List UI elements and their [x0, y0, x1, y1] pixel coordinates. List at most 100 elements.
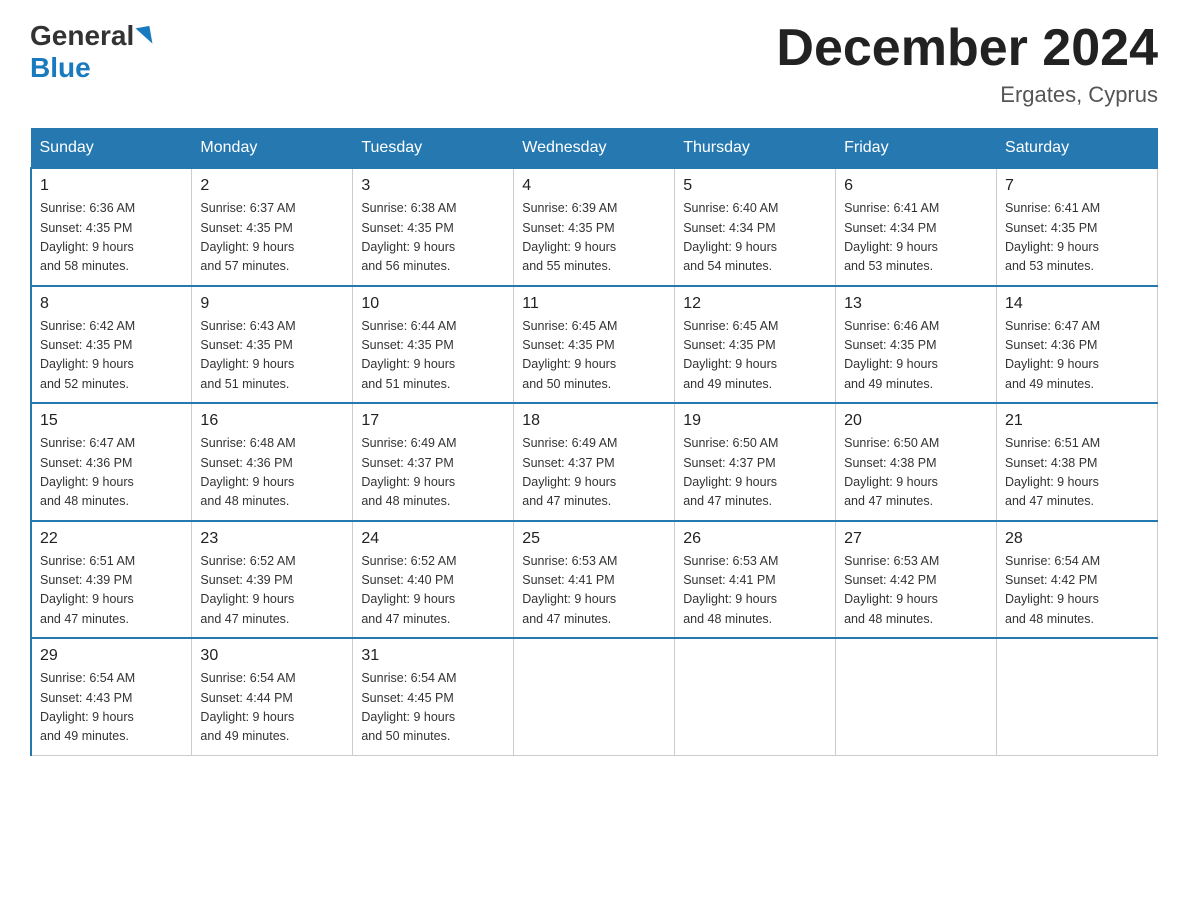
title-area: December 2024 Ergates, Cyprus	[776, 20, 1158, 108]
day-number: 16	[200, 412, 344, 430]
day-number: 4	[522, 177, 666, 195]
calendar-cell: 30 Sunrise: 6:54 AM Sunset: 4:44 PM Dayl…	[192, 638, 353, 755]
calendar-cell: 29 Sunrise: 6:54 AM Sunset: 4:43 PM Dayl…	[31, 638, 192, 755]
calendar-cell: 21 Sunrise: 6:51 AM Sunset: 4:38 PM Dayl…	[997, 403, 1158, 521]
calendar-cell: 20 Sunrise: 6:50 AM Sunset: 4:38 PM Dayl…	[836, 403, 997, 521]
calendar-header-row: SundayMondayTuesdayWednesdayThursdayFrid…	[31, 129, 1158, 169]
day-number: 20	[844, 412, 988, 430]
day-number: 9	[200, 295, 344, 313]
calendar-week-row: 22 Sunrise: 6:51 AM Sunset: 4:39 PM Dayl…	[31, 521, 1158, 639]
calendar-cell: 25 Sunrise: 6:53 AM Sunset: 4:41 PM Dayl…	[514, 521, 675, 639]
logo-general: General	[30, 20, 151, 52]
day-detail: Sunrise: 6:47 AM Sunset: 4:36 PM Dayligh…	[40, 434, 183, 512]
calendar-cell: 28 Sunrise: 6:54 AM Sunset: 4:42 PM Dayl…	[997, 521, 1158, 639]
calendar-cell: 19 Sunrise: 6:50 AM Sunset: 4:37 PM Dayl…	[675, 403, 836, 521]
day-detail: Sunrise: 6:46 AM Sunset: 4:35 PM Dayligh…	[844, 317, 988, 395]
day-detail: Sunrise: 6:39 AM Sunset: 4:35 PM Dayligh…	[522, 199, 666, 277]
day-detail: Sunrise: 6:54 AM Sunset: 4:45 PM Dayligh…	[361, 669, 505, 747]
header-friday: Friday	[836, 129, 997, 169]
header-tuesday: Tuesday	[353, 129, 514, 169]
day-number: 7	[1005, 177, 1149, 195]
day-detail: Sunrise: 6:37 AM Sunset: 4:35 PM Dayligh…	[200, 199, 344, 277]
day-detail: Sunrise: 6:38 AM Sunset: 4:35 PM Dayligh…	[361, 199, 505, 277]
day-detail: Sunrise: 6:54 AM Sunset: 4:44 PM Dayligh…	[200, 669, 344, 747]
day-detail: Sunrise: 6:53 AM Sunset: 4:42 PM Dayligh…	[844, 552, 988, 630]
calendar-cell: 1 Sunrise: 6:36 AM Sunset: 4:35 PM Dayli…	[31, 168, 192, 286]
header-monday: Monday	[192, 129, 353, 169]
day-detail: Sunrise: 6:49 AM Sunset: 4:37 PM Dayligh…	[361, 434, 505, 512]
calendar-cell: 16 Sunrise: 6:48 AM Sunset: 4:36 PM Dayl…	[192, 403, 353, 521]
day-detail: Sunrise: 6:40 AM Sunset: 4:34 PM Dayligh…	[683, 199, 827, 277]
calendar-cell: 7 Sunrise: 6:41 AM Sunset: 4:35 PM Dayli…	[997, 168, 1158, 286]
day-detail: Sunrise: 6:52 AM Sunset: 4:40 PM Dayligh…	[361, 552, 505, 630]
calendar-cell: 24 Sunrise: 6:52 AM Sunset: 4:40 PM Dayl…	[353, 521, 514, 639]
day-number: 23	[200, 530, 344, 548]
day-number: 6	[844, 177, 988, 195]
day-detail: Sunrise: 6:42 AM Sunset: 4:35 PM Dayligh…	[40, 317, 183, 395]
calendar-cell	[997, 638, 1158, 755]
day-detail: Sunrise: 6:48 AM Sunset: 4:36 PM Dayligh…	[200, 434, 344, 512]
calendar-cell: 22 Sunrise: 6:51 AM Sunset: 4:39 PM Dayl…	[31, 521, 192, 639]
day-detail: Sunrise: 6:50 AM Sunset: 4:38 PM Dayligh…	[844, 434, 988, 512]
calendar-week-row: 1 Sunrise: 6:36 AM Sunset: 4:35 PM Dayli…	[31, 168, 1158, 286]
day-number: 11	[522, 295, 666, 313]
day-detail: Sunrise: 6:44 AM Sunset: 4:35 PM Dayligh…	[361, 317, 505, 395]
header: General Blue December 2024 Ergates, Cypr…	[30, 20, 1158, 108]
day-number: 18	[522, 412, 666, 430]
calendar-cell: 5 Sunrise: 6:40 AM Sunset: 4:34 PM Dayli…	[675, 168, 836, 286]
calendar-table: SundayMondayTuesdayWednesdayThursdayFrid…	[30, 128, 1158, 756]
day-number: 29	[40, 647, 183, 665]
calendar-cell	[675, 638, 836, 755]
calendar-week-row: 29 Sunrise: 6:54 AM Sunset: 4:43 PM Dayl…	[31, 638, 1158, 755]
header-sunday: Sunday	[31, 129, 192, 169]
calendar-cell: 31 Sunrise: 6:54 AM Sunset: 4:45 PM Dayl…	[353, 638, 514, 755]
day-number: 28	[1005, 530, 1149, 548]
logo-general-text: General	[30, 20, 134, 52]
header-thursday: Thursday	[675, 129, 836, 169]
day-number: 5	[683, 177, 827, 195]
day-number: 12	[683, 295, 827, 313]
calendar-cell: 11 Sunrise: 6:45 AM Sunset: 4:35 PM Dayl…	[514, 286, 675, 404]
calendar-cell: 2 Sunrise: 6:37 AM Sunset: 4:35 PM Dayli…	[192, 168, 353, 286]
day-number: 21	[1005, 412, 1149, 430]
day-detail: Sunrise: 6:51 AM Sunset: 4:39 PM Dayligh…	[40, 552, 183, 630]
calendar-week-row: 8 Sunrise: 6:42 AM Sunset: 4:35 PM Dayli…	[31, 286, 1158, 404]
calendar-cell: 27 Sunrise: 6:53 AM Sunset: 4:42 PM Dayl…	[836, 521, 997, 639]
day-detail: Sunrise: 6:45 AM Sunset: 4:35 PM Dayligh…	[683, 317, 827, 395]
calendar-cell: 17 Sunrise: 6:49 AM Sunset: 4:37 PM Dayl…	[353, 403, 514, 521]
calendar-cell: 6 Sunrise: 6:41 AM Sunset: 4:34 PM Dayli…	[836, 168, 997, 286]
calendar-cell: 12 Sunrise: 6:45 AM Sunset: 4:35 PM Dayl…	[675, 286, 836, 404]
calendar-week-row: 15 Sunrise: 6:47 AM Sunset: 4:36 PM Dayl…	[31, 403, 1158, 521]
day-number: 26	[683, 530, 827, 548]
day-number: 25	[522, 530, 666, 548]
day-number: 13	[844, 295, 988, 313]
day-number: 22	[40, 530, 183, 548]
calendar-cell: 3 Sunrise: 6:38 AM Sunset: 4:35 PM Dayli…	[353, 168, 514, 286]
day-detail: Sunrise: 6:49 AM Sunset: 4:37 PM Dayligh…	[522, 434, 666, 512]
day-number: 19	[683, 412, 827, 430]
calendar-cell: 10 Sunrise: 6:44 AM Sunset: 4:35 PM Dayl…	[353, 286, 514, 404]
day-detail: Sunrise: 6:41 AM Sunset: 4:35 PM Dayligh…	[1005, 199, 1149, 277]
logo-arrow-icon	[136, 26, 153, 46]
calendar-cell: 13 Sunrise: 6:46 AM Sunset: 4:35 PM Dayl…	[836, 286, 997, 404]
calendar-cell: 9 Sunrise: 6:43 AM Sunset: 4:35 PM Dayli…	[192, 286, 353, 404]
day-number: 8	[40, 295, 183, 313]
day-detail: Sunrise: 6:47 AM Sunset: 4:36 PM Dayligh…	[1005, 317, 1149, 395]
calendar-cell: 14 Sunrise: 6:47 AM Sunset: 4:36 PM Dayl…	[997, 286, 1158, 404]
day-detail: Sunrise: 6:54 AM Sunset: 4:42 PM Dayligh…	[1005, 552, 1149, 630]
calendar-cell: 4 Sunrise: 6:39 AM Sunset: 4:35 PM Dayli…	[514, 168, 675, 286]
day-detail: Sunrise: 6:53 AM Sunset: 4:41 PM Dayligh…	[522, 552, 666, 630]
day-detail: Sunrise: 6:41 AM Sunset: 4:34 PM Dayligh…	[844, 199, 988, 277]
day-number: 17	[361, 412, 505, 430]
day-detail: Sunrise: 6:43 AM Sunset: 4:35 PM Dayligh…	[200, 317, 344, 395]
calendar-cell: 18 Sunrise: 6:49 AM Sunset: 4:37 PM Dayl…	[514, 403, 675, 521]
day-number: 27	[844, 530, 988, 548]
day-number: 2	[200, 177, 344, 195]
header-wednesday: Wednesday	[514, 129, 675, 169]
day-number: 1	[40, 177, 183, 195]
day-number: 24	[361, 530, 505, 548]
day-detail: Sunrise: 6:54 AM Sunset: 4:43 PM Dayligh…	[40, 669, 183, 747]
day-detail: Sunrise: 6:50 AM Sunset: 4:37 PM Dayligh…	[683, 434, 827, 512]
calendar-cell	[836, 638, 997, 755]
calendar-cell	[514, 638, 675, 755]
